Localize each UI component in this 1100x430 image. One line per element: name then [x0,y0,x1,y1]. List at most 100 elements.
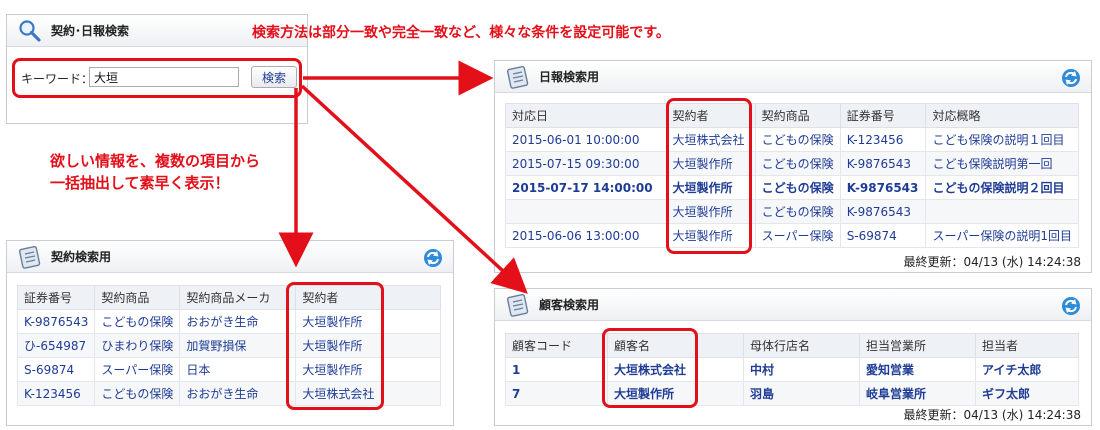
keyword-input[interactable] [89,67,239,87]
daily-panel-title: 日報検索用 [539,70,600,84]
notepad-icon [506,65,529,89]
contract-panel-title: 契約検索用 [51,250,112,264]
contract-cell-contractor[interactable]: 大垣製作所 [295,309,441,334]
daily-cell-date[interactable]: 2015-06-06 13:00:00 [505,223,667,248]
daily-cell-date[interactable]: 2015-06-01 10:00:00 [505,127,667,152]
daily-cell-date[interactable]: 2015-07-17 14:00:00 [505,175,667,200]
table-row[interactable]: K-9876543 こどもの保険 おおがき生命 大垣製作所 [16,309,441,334]
daily-cell-date[interactable]: 2015-07-15 09:30:00 [505,151,667,176]
table-row[interactable]: 2015-06-01 10:00:00 大垣株式会社 こどもの保険 K-1234… [505,127,1079,152]
table-row[interactable]: 2015-06-06 13:00:00 大垣製作所 スーパー保険 S-69874… [505,223,1079,248]
table-row[interactable]: S-69874 スーパー保険 日本 大垣製作所 [16,357,441,382]
daily-col-date[interactable]: 対応日 [505,103,667,128]
daily-cell-contractor[interactable]: 大垣製作所 [665,223,756,248]
table-row[interactable]: 1 大垣株式会社 中村 愛知営業 アイチ太郎 [505,357,1079,382]
customer-cell-branch[interactable]: 羽島 [743,381,860,406]
table-row[interactable]: ひ-654987 ひまわり保険 加賀野損保 大垣製作所 [16,333,441,358]
contract-col-policy[interactable]: 証券番号 [16,285,96,310]
contract-cell-contractor[interactable]: 大垣製作所 [295,357,441,382]
customer-cell-name[interactable]: 大垣製作所 [607,381,744,406]
contract-cell-policy[interactable]: K-9876543 [16,309,96,334]
customer-cell-name[interactable]: 大垣株式会社 [607,357,744,382]
customer-cell-staff[interactable]: アイチ太郎 [975,357,1079,382]
daily-cell-contractor[interactable]: 大垣製作所 [665,175,756,200]
customer-cell-office[interactable]: 岐阜営業所 [859,381,976,406]
daily-cell-product[interactable]: こどもの保険 [754,151,841,176]
daily-cell-date[interactable] [505,199,667,224]
contract-cell-product[interactable]: こどもの保険 [94,309,181,334]
daily-cell-summary[interactable]: スーパー保険の説明1回目 [925,223,1079,248]
refresh-icon[interactable] [423,248,443,268]
customer-table: 顧客コード 顧客名 母体行店名 担当営業所 担当者 1 大垣株式会社 中村 愛知… [505,333,1079,406]
search-panel-title: 契約･日報検索 [51,24,130,38]
daily-cell-contractor[interactable]: 大垣製作所 [665,199,756,224]
customer-col-office[interactable]: 担当営業所 [859,333,976,358]
customer-cell-branch[interactable]: 中村 [743,357,860,382]
contract-panel-header: 契約検索用 [7,241,453,273]
magnifier-icon [19,20,41,42]
table-row[interactable]: 7 大垣製作所 羽島 岐阜営業所 ギフ太郎 [505,381,1079,406]
customer-cell-code[interactable]: 1 [505,357,608,382]
customer-cell-staff[interactable]: ギフ太郎 [975,381,1079,406]
daily-panel-header: 日報検索用 [495,61,1091,93]
table-row[interactable]: 2015-07-15 09:30:00 大垣製作所 こどもの保険 K-98765… [505,151,1079,176]
customer-cell-code[interactable]: 7 [505,381,608,406]
daily-cell-policy[interactable]: K-9876543 [839,199,927,224]
keyword-label: キーワード： [21,72,94,86]
contract-cell-maker[interactable]: おおがき生命 [179,309,297,334]
customer-col-name[interactable]: 顧客名 [607,333,744,358]
daily-cell-summary[interactable]: こども保険説明第一回 [925,151,1079,176]
daily-col-contractor[interactable]: 契約者 [665,103,756,128]
daily-col-product[interactable]: 契約商品 [754,103,841,128]
refresh-icon[interactable] [1061,296,1081,316]
customer-panel-title: 顧客検索用 [539,298,600,312]
table-row[interactable]: 2015-07-17 14:00:00 大垣製作所 こどもの保険 K-98765… [505,175,1079,200]
daily-last-updated: 最終更新：04/13 (水) 14:24:38 [903,255,1081,269]
customer-col-code[interactable]: 顧客コード [505,333,608,358]
daily-cell-summary[interactable]: こども保険の説明１回目 [925,127,1079,152]
daily-col-policy[interactable]: 証券番号 [839,103,927,128]
daily-cell-summary[interactable]: こどもの保険説明２回目 [925,175,1079,200]
daily-cell-summary[interactable] [925,199,1079,224]
customer-col-branch[interactable]: 母体行店名 [743,333,860,358]
daily-cell-policy[interactable]: K-123456 [839,127,927,152]
contract-cell-product[interactable]: ひまわり保険 [94,333,181,358]
customer-last-updated: 最終更新：04/13 (水) 14:24:38 [903,408,1081,422]
daily-cell-contractor[interactable]: 大垣株式会社 [665,127,756,152]
callout-top: 検索方法は部分一致や完全一致など、様々な条件を設定可能です。 [252,25,670,41]
contract-panel: 契約検索用 証券番号 契約商品 契約商品メーカ 契約者 K-9876543 こど… [6,240,454,426]
contract-cell-product[interactable]: スーパー保険 [94,357,181,382]
contract-col-contractor[interactable]: 契約者 [295,285,441,310]
customer-col-staff[interactable]: 担当者 [975,333,1079,358]
contract-cell-maker[interactable]: 日本 [179,357,297,382]
contract-cell-policy[interactable]: K-123456 [16,381,96,406]
contract-cell-policy[interactable]: ひ-654987 [16,333,96,358]
daily-cell-policy[interactable]: K-9876543 [839,151,927,176]
daily-cell-product[interactable]: こどもの保険 [754,175,841,200]
contract-col-product[interactable]: 契約商品 [94,285,181,310]
daily-cell-product[interactable]: こどもの保険 [754,199,841,224]
callout-left-line2: 一括抽出して素早く表示！ [50,174,230,192]
daily-panel: 日報検索用 対応日 契約者 契約商品 証券番号 対応概略 2015-06-01 … [494,60,1092,273]
daily-cell-contractor[interactable]: 大垣製作所 [665,151,756,176]
contract-cell-maker[interactable]: おおがき生命 [179,381,297,406]
daily-cell-product[interactable]: スーパー保険 [754,223,841,248]
contract-col-maker[interactable]: 契約商品メーカ [179,285,297,310]
customer-cell-office[interactable]: 愛知営業 [859,357,976,382]
contract-cell-product[interactable]: こどもの保険 [94,381,181,406]
daily-cell-product[interactable]: こどもの保険 [754,127,841,152]
table-row[interactable]: K-123456 こどもの保険 おおがき生命 大垣株式会社 [16,381,441,406]
contract-cell-policy[interactable]: S-69874 [16,357,96,382]
refresh-icon[interactable] [1061,68,1081,88]
daily-cell-policy[interactable]: K-9876543 [839,175,927,200]
search-button[interactable]: 検索 [251,66,297,88]
notepad-icon [506,293,529,317]
table-row[interactable]: 大垣製作所 こどもの保険 K-9876543 [505,199,1079,224]
daily-col-summary[interactable]: 対応概略 [925,103,1079,128]
contract-cell-contractor[interactable]: 大垣株式会社 [295,381,441,406]
daily-cell-policy[interactable]: S-69874 [839,223,927,248]
callout-left-line1: 欲しい情報を、複数の項目から [50,152,261,170]
customer-panel-header: 顧客検索用 [495,289,1091,321]
contract-cell-contractor[interactable]: 大垣製作所 [295,333,441,358]
contract-cell-maker[interactable]: 加賀野損保 [179,333,297,358]
